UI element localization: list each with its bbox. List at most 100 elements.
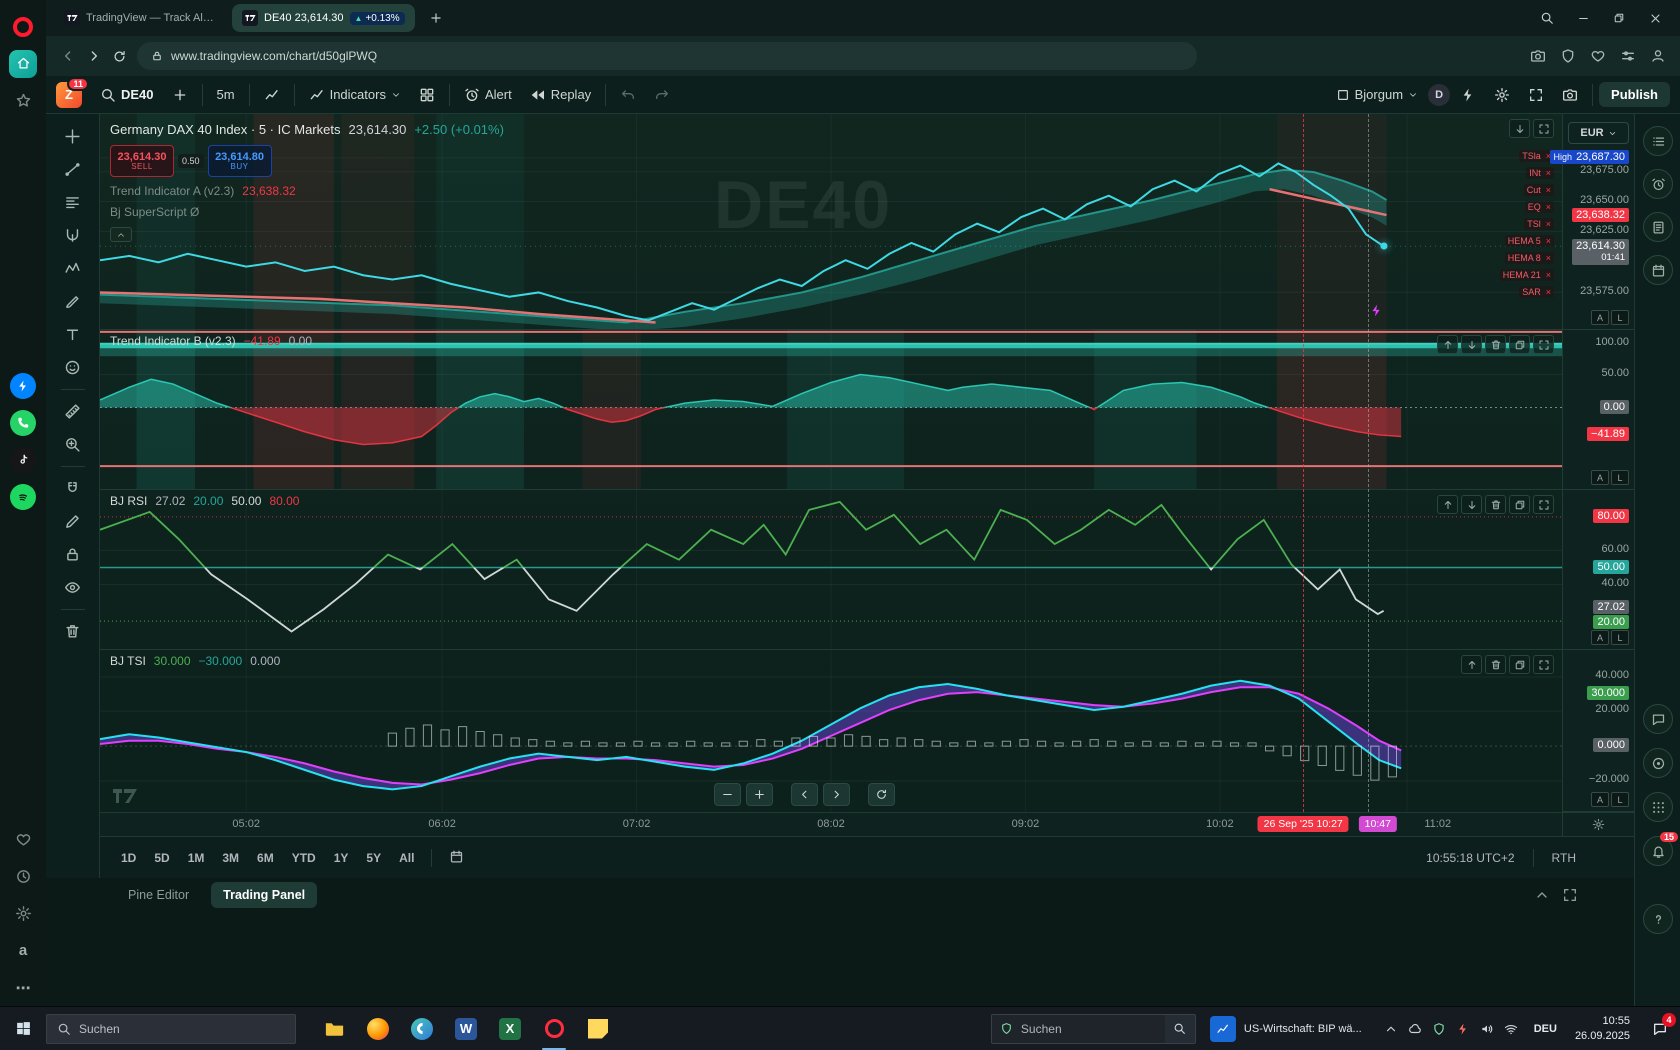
- forward-icon[interactable]: [86, 48, 102, 64]
- opera-logo-icon[interactable]: [13, 17, 33, 37]
- profile-icon[interactable]: [1650, 48, 1666, 64]
- help-button[interactable]: [1643, 904, 1673, 934]
- layout-select-button[interactable]: Bjorgum: [1328, 81, 1426, 109]
- snapshot-camera-icon[interactable]: [1530, 48, 1546, 64]
- interval-button[interactable]: 5m: [209, 81, 243, 109]
- history[interactable]: [15, 868, 32, 885]
- quick-action-button[interactable]: [1452, 81, 1484, 109]
- notifications-button[interactable]: 15: [1643, 836, 1673, 866]
- firefox[interactable]: [356, 1007, 400, 1050]
- move-pane-up-button[interactable]: [1437, 495, 1458, 514]
- hide-drawings-tool[interactable]: [56, 571, 90, 604]
- whatsapp-icon[interactable]: [10, 410, 36, 436]
- browser-search-field[interactable]: Suchen: [991, 1014, 1196, 1044]
- alert-close-icon[interactable]: ×: [1546, 270, 1551, 280]
- tiktok-icon[interactable]: [10, 447, 36, 473]
- bookmark-heart-icon[interactable]: [1590, 48, 1606, 64]
- taskbar-clock[interactable]: 10:55 26.09.2025: [1565, 1014, 1640, 1043]
- log-scale-button[interactable]: L: [1611, 470, 1629, 485]
- session-type[interactable]: RTH: [1552, 851, 1576, 865]
- pattern-tool[interactable]: [56, 252, 90, 285]
- panel-maximize-icon[interactable]: [1562, 887, 1578, 903]
- back-icon[interactable]: [60, 48, 76, 64]
- time-axis[interactable]: 05:0206:0207:0208:0209:0210:0211:0226 Se…: [100, 812, 1562, 836]
- fib-retracement-tool[interactable]: [56, 186, 90, 219]
- move-pane-down-button[interactable]: [1461, 335, 1482, 354]
- remove-drawings-tool[interactable]: [56, 615, 90, 648]
- alert-tag[interactable]: EQ×: [1525, 201, 1554, 213]
- start-button[interactable]: [0, 1007, 46, 1050]
- keyboard-language[interactable]: DEU: [1526, 1023, 1565, 1035]
- tab-pine-editor[interactable]: Pine Editor: [116, 882, 201, 908]
- alert-close-icon[interactable]: ×: [1546, 287, 1551, 297]
- maximize-pane-button[interactable]: [1533, 655, 1554, 674]
- alert-close-icon[interactable]: ×: [1546, 202, 1551, 212]
- range-6m[interactable]: 6M: [250, 847, 281, 869]
- amazon[interactable]: a: [19, 942, 27, 959]
- trend-b-legend[interactable]: Trend Indicator B (v2.3) −41.89 0.00: [110, 334, 312, 348]
- lock-drawings-tool[interactable]: [56, 538, 90, 571]
- action-center[interactable]: 4: [1640, 1007, 1680, 1050]
- opera-browser[interactable]: [532, 1007, 576, 1050]
- indicator-a-legend[interactable]: Trend Indicator A (v2.3) 23,638.32: [110, 184, 504, 198]
- price-scale[interactable]: EUR High23,687.3023,675.0023,650.0023,63…: [1562, 114, 1634, 836]
- chart-plot-area[interactable]: DE40 Germany DAX 40 Index · 5 · IC Marke…: [100, 114, 1562, 812]
- drawing-mode-tool[interactable]: [56, 505, 90, 538]
- user-avatar[interactable]: Z11: [56, 82, 82, 108]
- zoom-in-button[interactable]: [746, 783, 773, 806]
- text-tool[interactable]: [56, 318, 90, 351]
- alert-tag[interactable]: TSl×: [1524, 218, 1554, 230]
- snapshot-button[interactable]: [1554, 81, 1586, 109]
- alert-close-icon[interactable]: ×: [1546, 168, 1551, 178]
- settings[interactable]: [15, 905, 32, 922]
- auto-scale-button[interactable]: A: [1591, 792, 1609, 807]
- news-widget[interactable]: US-Wirtschaft: BIP wä...: [1210, 1016, 1362, 1042]
- watchlist-button[interactable]: [1643, 126, 1673, 156]
- emoji-tool[interactable]: [56, 351, 90, 384]
- publish-button[interactable]: Publish: [1599, 82, 1670, 107]
- alert-close-icon[interactable]: ×: [1546, 185, 1551, 195]
- range-1d[interactable]: 1D: [114, 847, 143, 869]
- tab-trading-panel[interactable]: Trading Panel: [211, 882, 317, 908]
- crosshair-tool[interactable]: [56, 120, 90, 153]
- move-pane-up-button[interactable]: [1461, 655, 1482, 674]
- shield-icon[interactable]: [1560, 48, 1576, 64]
- go-to-realtime-button[interactable]: [1509, 119, 1530, 138]
- range-5d[interactable]: 5D: [147, 847, 176, 869]
- file-explorer[interactable]: [312, 1007, 356, 1050]
- move-pane-down-button[interactable]: [1461, 495, 1482, 514]
- trend-line-tool[interactable]: [56, 153, 90, 186]
- instant-trade-icon[interactable]: [1369, 303, 1384, 321]
- alert-close-icon[interactable]: ×: [1546, 236, 1551, 246]
- alert-tag[interactable]: Cut×: [1524, 184, 1554, 196]
- alert-tag[interactable]: TSla×: [1519, 150, 1554, 162]
- word[interactable]: W: [444, 1007, 488, 1050]
- alert-tag[interactable]: HEMA 5×: [1505, 235, 1554, 247]
- defender-icon[interactable]: [1432, 1022, 1446, 1036]
- collapse-pane-button[interactable]: [1509, 655, 1530, 674]
- tab-search-icon[interactable]: [1532, 4, 1562, 32]
- pitchfork-tool[interactable]: [56, 219, 90, 252]
- alert-tag[interactable]: HEMA 21×: [1500, 269, 1554, 281]
- chart-settings-button[interactable]: [1486, 81, 1518, 109]
- superscript-legend[interactable]: Bj SuperScript Ø: [110, 205, 504, 219]
- scroll-left-button[interactable]: [791, 783, 818, 806]
- go-to-date-button[interactable]: [442, 845, 471, 871]
- volume-icon[interactable]: [1480, 1022, 1494, 1036]
- reload-icon[interactable]: [112, 49, 127, 64]
- magnet-tool[interactable]: [56, 472, 90, 505]
- reset-chart-button[interactable]: [868, 783, 895, 806]
- onedrive-icon[interactable]: [1408, 1022, 1422, 1036]
- bookmarks[interactable]: [15, 92, 32, 109]
- alert-tag[interactable]: HEMA 8×: [1505, 252, 1554, 264]
- sell-button[interactable]: 23,614.30 SELL: [110, 145, 174, 177]
- more[interactable]: ⋯: [16, 979, 31, 997]
- symbol-title[interactable]: Germany DAX 40 Index · 5 · IC Markets: [110, 122, 340, 137]
- auto-scale-button[interactable]: A: [1591, 310, 1609, 325]
- alert-close-icon[interactable]: ×: [1546, 253, 1551, 263]
- alerts-button[interactable]: [1643, 169, 1673, 199]
- gear-icon[interactable]: [1592, 818, 1605, 831]
- browser-tab-active[interactable]: DE40 23,614.30 ▲+0.13%: [232, 4, 415, 32]
- add-symbol-button[interactable]: [164, 81, 196, 109]
- excel[interactable]: X: [488, 1007, 532, 1050]
